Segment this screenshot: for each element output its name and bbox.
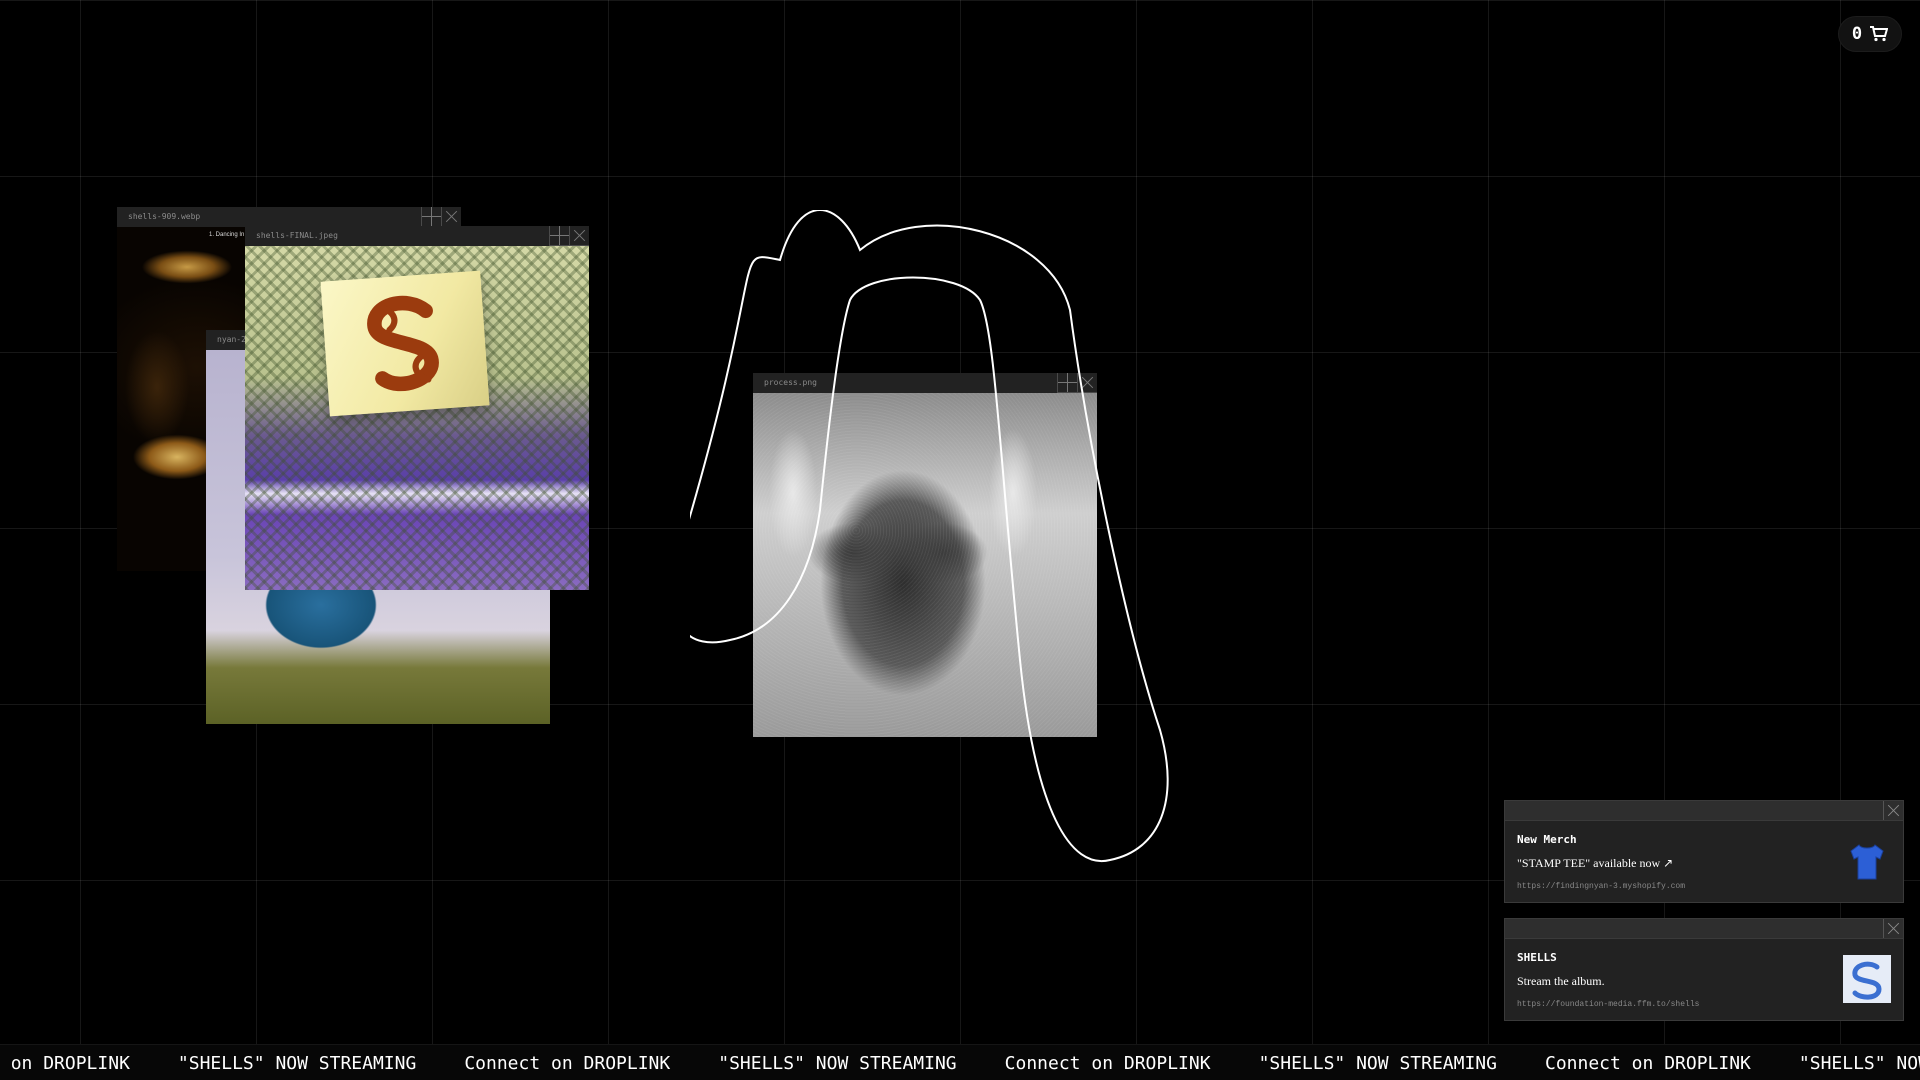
- close-icon[interactable]: [569, 226, 589, 246]
- close-icon[interactable]: [1883, 801, 1903, 820]
- cart-button[interactable]: 0: [1838, 16, 1902, 52]
- window-title[interactable]: shells-FINAL.jpeg: [245, 226, 589, 246]
- window-title[interactable]: process.png: [753, 373, 1097, 393]
- notification-title: New Merch: [1517, 833, 1577, 846]
- notification-text[interactable]: "STAMP TEE" available now ↗: [1517, 856, 1891, 871]
- tshirt-icon: [1850, 844, 1884, 880]
- notification-url[interactable]: https://foundation-media.ffm.to/shells: [1517, 1000, 1891, 1009]
- cart-icon: [1870, 26, 1889, 42]
- notification-titlebar: [1505, 919, 1903, 939]
- move-icon[interactable]: [1057, 373, 1077, 393]
- album-cover-icon: [1843, 955, 1891, 1003]
- close-icon[interactable]: [1883, 919, 1903, 938]
- move-icon[interactable]: [549, 226, 569, 246]
- notification-text[interactable]: Stream the album.: [1517, 974, 1891, 989]
- notification-url[interactable]: https://findingnyan-3.myshopify.com: [1517, 882, 1891, 891]
- notification-titlebar: [1505, 801, 1903, 821]
- image-window-shells-final[interactable]: shells-FINAL.jpeg: [245, 226, 589, 590]
- overlay-caption: 1. Dancing In: [209, 232, 245, 238]
- move-icon[interactable]: [421, 207, 441, 227]
- ticker-item[interactable]: "SHELLS" NOW STREAMING: [1799, 1053, 1920, 1074]
- ticker-item[interactable]: Connect on DROPLINK: [464, 1053, 670, 1074]
- ticker-item[interactable]: Connect on DROPLINK: [1005, 1053, 1211, 1074]
- close-icon[interactable]: [1077, 373, 1097, 393]
- window-title[interactable]: shells-909.webp: [117, 207, 461, 227]
- ticker-item[interactable]: "SHELLS" NOW STREAMING: [178, 1053, 416, 1074]
- ticker-item[interactable]: "SHELLS" NOW STREAMING: [718, 1053, 956, 1074]
- shells-flag-logo: [320, 270, 490, 417]
- ticker-item[interactable]: "SHELLS" NOW STREAMING: [1259, 1053, 1497, 1074]
- ticker-item[interactable]: Connect on DROPLINK: [1545, 1053, 1751, 1074]
- merch-notification[interactable]: New Merch "STAMP TEE" available now ↗ ht…: [1504, 800, 1904, 903]
- notification-title: SHELLS: [1517, 951, 1557, 964]
- cart-count: 0: [1851, 24, 1863, 44]
- image-window-process[interactable]: process.png: [753, 373, 1097, 737]
- marquee-ticker: Connect on DROPLINK "SHELLS" NOW STREAMIN…: [0, 1044, 1920, 1080]
- close-icon[interactable]: [441, 207, 461, 227]
- face-artwork: [753, 393, 1097, 737]
- ticker-item[interactable]: Connect on DROPLINK: [0, 1053, 130, 1074]
- flag-artwork: [245, 246, 589, 590]
- album-notification[interactable]: SHELLS Stream the album. https://foundat…: [1504, 918, 1904, 1021]
